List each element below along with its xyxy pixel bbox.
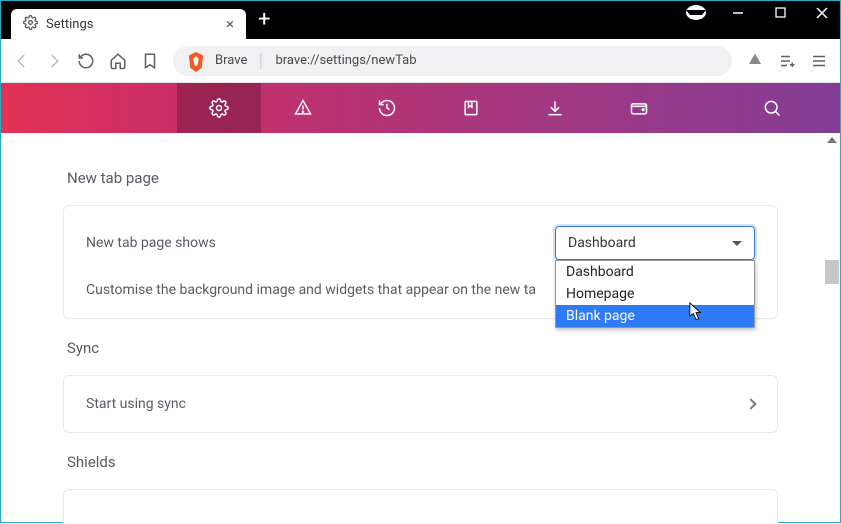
- reload-button[interactable]: [77, 52, 95, 70]
- nav-wallet[interactable]: [597, 83, 681, 133]
- address-separator: │: [257, 53, 265, 69]
- option-blank-page[interactable]: Blank page: [556, 305, 754, 327]
- maximize-button[interactable]: [770, 7, 790, 18]
- browser-tab[interactable]: Settings ×: [11, 9, 246, 39]
- nav-history[interactable]: [345, 83, 429, 133]
- section-title-shields: Shields: [67, 453, 778, 471]
- nav-settings[interactable]: [177, 83, 261, 133]
- minimize-button[interactable]: [728, 7, 748, 19]
- address-bar[interactable]: Brave │ brave://settings/newTab: [173, 46, 732, 76]
- shields-card[interactable]: [63, 489, 778, 524]
- brave-logo-icon: [187, 52, 205, 70]
- rewards-icon[interactable]: [746, 52, 764, 70]
- chevron-right-icon: [745, 398, 756, 409]
- section-title-newtab: New tab page: [67, 169, 778, 187]
- newtab-select-value: Dashboard: [568, 235, 636, 251]
- close-tab-icon[interactable]: ×: [226, 15, 234, 33]
- sync-card[interactable]: Start using sync: [63, 375, 778, 433]
- chevron-down-icon: [732, 241, 742, 246]
- newtab-shows-row: New tab page shows Dashboard: [86, 226, 755, 260]
- window-controls: [686, 5, 832, 20]
- close-window-button[interactable]: [812, 7, 832, 19]
- status-indicator-icon[interactable]: [686, 5, 706, 20]
- nav-bookmarks[interactable]: [429, 83, 513, 133]
- settings-content: New tab page New tab page shows Dashboar…: [1, 133, 840, 524]
- back-button[interactable]: [13, 52, 31, 70]
- option-dashboard[interactable]: Dashboard: [556, 261, 754, 283]
- settings-nav: [1, 83, 840, 133]
- sync-row-label: Start using sync: [86, 396, 186, 412]
- new-tab-button[interactable]: +: [258, 9, 270, 31]
- browser-toolbar: Brave │ brave://settings/newTab: [1, 39, 840, 83]
- menu-button[interactable]: [810, 52, 828, 70]
- nav-search[interactable]: [730, 83, 814, 133]
- newtab-select-dropdown: Dashboard Homepage Blank page: [555, 260, 755, 328]
- section-title-sync: Sync: [67, 339, 778, 357]
- forward-button[interactable]: [45, 52, 63, 70]
- bookmark-button[interactable]: [141, 52, 159, 70]
- address-url: brave://settings/newTab: [275, 53, 416, 68]
- address-product: Brave: [215, 53, 247, 68]
- tab-title: Settings: [46, 17, 218, 32]
- newtab-select[interactable]: Dashboard: [555, 226, 755, 260]
- nav-downloads[interactable]: [513, 83, 597, 133]
- window-titlebar: Settings × +: [1, 1, 840, 39]
- nav-rewards[interactable]: [261, 83, 345, 133]
- newtab-shows-label: New tab page shows: [86, 235, 216, 251]
- playlist-icon[interactable]: [778, 52, 796, 70]
- newtab-card: New tab page shows Dashboard Customise t…: [63, 205, 778, 319]
- home-button[interactable]: [109, 52, 127, 70]
- option-homepage[interactable]: Homepage: [556, 283, 754, 305]
- gear-icon: [23, 15, 38, 34]
